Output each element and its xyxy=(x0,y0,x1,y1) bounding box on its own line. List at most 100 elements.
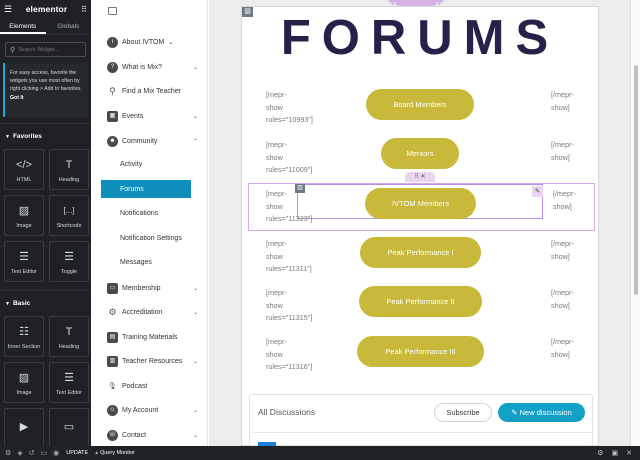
nav-item-training-materials[interactable]: ▤ Training Materials xyxy=(96,328,208,346)
board-members-button[interactable]: Board Members xyxy=(366,89,474,120)
shortcode-line: [/mepr- xyxy=(553,189,576,198)
widget-heading[interactable]: T Heading xyxy=(49,149,89,190)
shortcode-icon: [...] xyxy=(63,205,75,215)
sidebar-toggle-icon[interactable] xyxy=(108,7,117,15)
shortcode-line: [mepr- xyxy=(266,337,287,346)
ivtom-members-button[interactable]: IVTOM Members xyxy=(365,188,476,219)
editor-footer-tools: ⚙ ◈ ↺ ▭ ◉ UPDATE ▲ xyxy=(0,449,99,457)
settings-gear-icon[interactable]: ⚙ xyxy=(5,449,11,457)
nav-item-what-is-mix[interactable]: ? What is Mix? ⌄ xyxy=(96,58,208,76)
shortcode-line: rules="11311"] xyxy=(266,264,312,273)
update-button[interactable]: UPDATE xyxy=(66,450,88,456)
widget-button[interactable]: ▭ xyxy=(49,408,89,446)
nav-item-accreditation[interactable]: ⚙ Accreditation ⌄ xyxy=(96,303,208,321)
widget-image[interactable]: ▨ Image xyxy=(4,362,44,403)
nav-item-find-teacher[interactable]: ⚲ Find a Mix Teacher xyxy=(96,82,208,100)
account-icon: ☺ xyxy=(107,404,118,416)
search-icon: ⚲ xyxy=(109,85,116,96)
nav-label: Forums xyxy=(120,185,144,193)
peak-performance-2-button[interactable]: Peak Performance II xyxy=(359,286,482,317)
basic-widgets: ☷ Inner Section T Heading ▨ Image ☰ Text Edi… xyxy=(0,316,91,446)
nav-sub-messages[interactable]: Messages xyxy=(96,253,208,271)
widget-html[interactable]: </> HTML xyxy=(4,149,44,190)
gear-icon[interactable]: ⚙ xyxy=(597,449,603,457)
widget-handle[interactable]: ⠿ ✕ xyxy=(405,172,435,182)
shortcode-line: show xyxy=(266,251,283,261)
widget-toggle[interactable]: ☰ Toggle xyxy=(49,241,89,282)
shortcode-line: [mepr- xyxy=(266,189,287,198)
preview-eye-icon[interactable]: ◉ xyxy=(53,449,59,457)
chevron-down-icon: ⌄ xyxy=(192,113,198,120)
info-icon: i xyxy=(107,36,118,48)
nav-sub-activity[interactable]: Activity xyxy=(96,155,208,173)
new-discussion-button[interactable]: ✎ New discussion xyxy=(498,403,585,422)
toggle-icon: ☰ xyxy=(64,250,74,263)
edit-pencil-icon[interactable]: ✎ xyxy=(532,186,543,197)
tab-globals[interactable]: Globals xyxy=(46,18,92,34)
mentors-button[interactable]: Mentors xyxy=(381,138,459,169)
close-icon[interactable]: ✕ xyxy=(626,449,632,457)
search-icon: ⚲ xyxy=(10,46,16,54)
shortcode-close: [/mepr- show] xyxy=(551,139,574,164)
column-handle-icon[interactable]: ▥ xyxy=(242,7,253,17)
peak-performance-3-button[interactable]: Peak Performance III xyxy=(357,336,484,367)
widget-search[interactable]: ⚲ xyxy=(5,42,89,57)
favorites-section-title[interactable]: ▼ Favorites xyxy=(0,130,91,144)
nav-sub-notifications[interactable]: Notifications xyxy=(96,204,208,222)
nav-item-podcast[interactable]: 🎙 Podcast xyxy=(96,377,208,395)
widget-search-input[interactable] xyxy=(18,46,89,53)
image-icon: ▨ xyxy=(18,204,30,217)
nav-label: Notification Settings xyxy=(120,234,182,242)
section-handle[interactable] xyxy=(388,0,444,6)
all-discussions-title: All Discussions xyxy=(258,407,316,417)
query-monitor-label[interactable]: Query Monitor xyxy=(91,450,597,456)
widget-text-editor[interactable]: ☰ Text Editor xyxy=(4,241,44,282)
question-icon: ? xyxy=(107,61,118,73)
resources-icon: ▥ xyxy=(107,355,118,367)
chevron-down-icon: ⌄ xyxy=(168,39,174,46)
nav-sub-forums[interactable]: Forums xyxy=(101,180,191,198)
nav-item-events[interactable]: ▦ Events ⌄ xyxy=(96,107,208,125)
nav-item-community[interactable]: ☻ Community ⌃ xyxy=(96,132,208,150)
shortcode-open: [mepr- show rules="11315"] xyxy=(266,287,312,325)
responsive-icon[interactable]: ▭ xyxy=(41,449,48,457)
calendar-icon: ▦ xyxy=(107,110,118,122)
shortcode-close: [/mepr- show] xyxy=(551,336,574,361)
tab-elements[interactable]: Elements xyxy=(0,18,46,34)
widget-label: Inner Section xyxy=(7,343,41,350)
widget-text-editor[interactable]: ☰ Text Editor xyxy=(49,362,89,403)
widget-inner-section[interactable]: ☷ Inner Section xyxy=(4,316,44,357)
history-icon[interactable]: ↺ xyxy=(29,449,35,457)
shortcode-line: show] xyxy=(551,251,570,261)
nav-item-teacher-resources[interactable]: ▥ Teacher Resources ⌄ xyxy=(96,352,208,370)
widget-video[interactable]: ▶ xyxy=(4,408,44,446)
layers-icon[interactable]: ◈ xyxy=(17,449,22,457)
peak-performance-1-button[interactable]: Peak Performance I xyxy=(360,237,481,268)
widgets-grid-icon[interactable]: ⠿ xyxy=(77,5,87,14)
panel-divider xyxy=(0,123,91,124)
widget-heading[interactable]: T Heading xyxy=(49,316,89,357)
basic-section-title[interactable]: ▼ Basic xyxy=(0,297,91,311)
nav-item-membership[interactable]: ▭ Membership ⌄ xyxy=(96,279,208,297)
nav-item-my-account[interactable]: ☺ My Account ⌄ xyxy=(96,401,208,419)
scrollbar-thumb[interactable] xyxy=(634,65,638,295)
nav-item-contact[interactable]: ☏ Contact ⌄ xyxy=(96,426,208,444)
widget-image[interactable]: ▨ Image xyxy=(4,195,44,236)
nav-sub-notification-settings[interactable]: Notification Settings xyxy=(96,229,208,247)
shortcode-line: [/mepr- xyxy=(551,239,574,248)
tip-text: For easy access, favorite the widgets yo… xyxy=(10,70,82,93)
shortcode-line: show] xyxy=(553,201,572,211)
panel-header: ☰ elementor ⠿ xyxy=(0,0,91,18)
got-it-link[interactable]: Got It xyxy=(10,95,24,101)
widget-shortcode[interactable]: [...] Shortcode xyxy=(49,195,89,236)
chevron-down-icon: ⌄ xyxy=(192,432,198,439)
nav-label: Notifications xyxy=(120,209,159,217)
hamburger-menu-icon[interactable]: ☰ xyxy=(4,4,16,15)
canvas-scrollbar[interactable] xyxy=(630,0,640,446)
nav-item-about[interactable]: i About IVTOM ⌄ xyxy=(96,33,208,51)
maximize-icon[interactable]: ▣ xyxy=(612,449,619,457)
subscribe-button[interactable]: Subscribe xyxy=(434,403,492,422)
heading-icon: T xyxy=(65,325,73,338)
shortcode-line: [/mepr- xyxy=(551,288,574,297)
shortcode-line: show] xyxy=(551,300,570,310)
